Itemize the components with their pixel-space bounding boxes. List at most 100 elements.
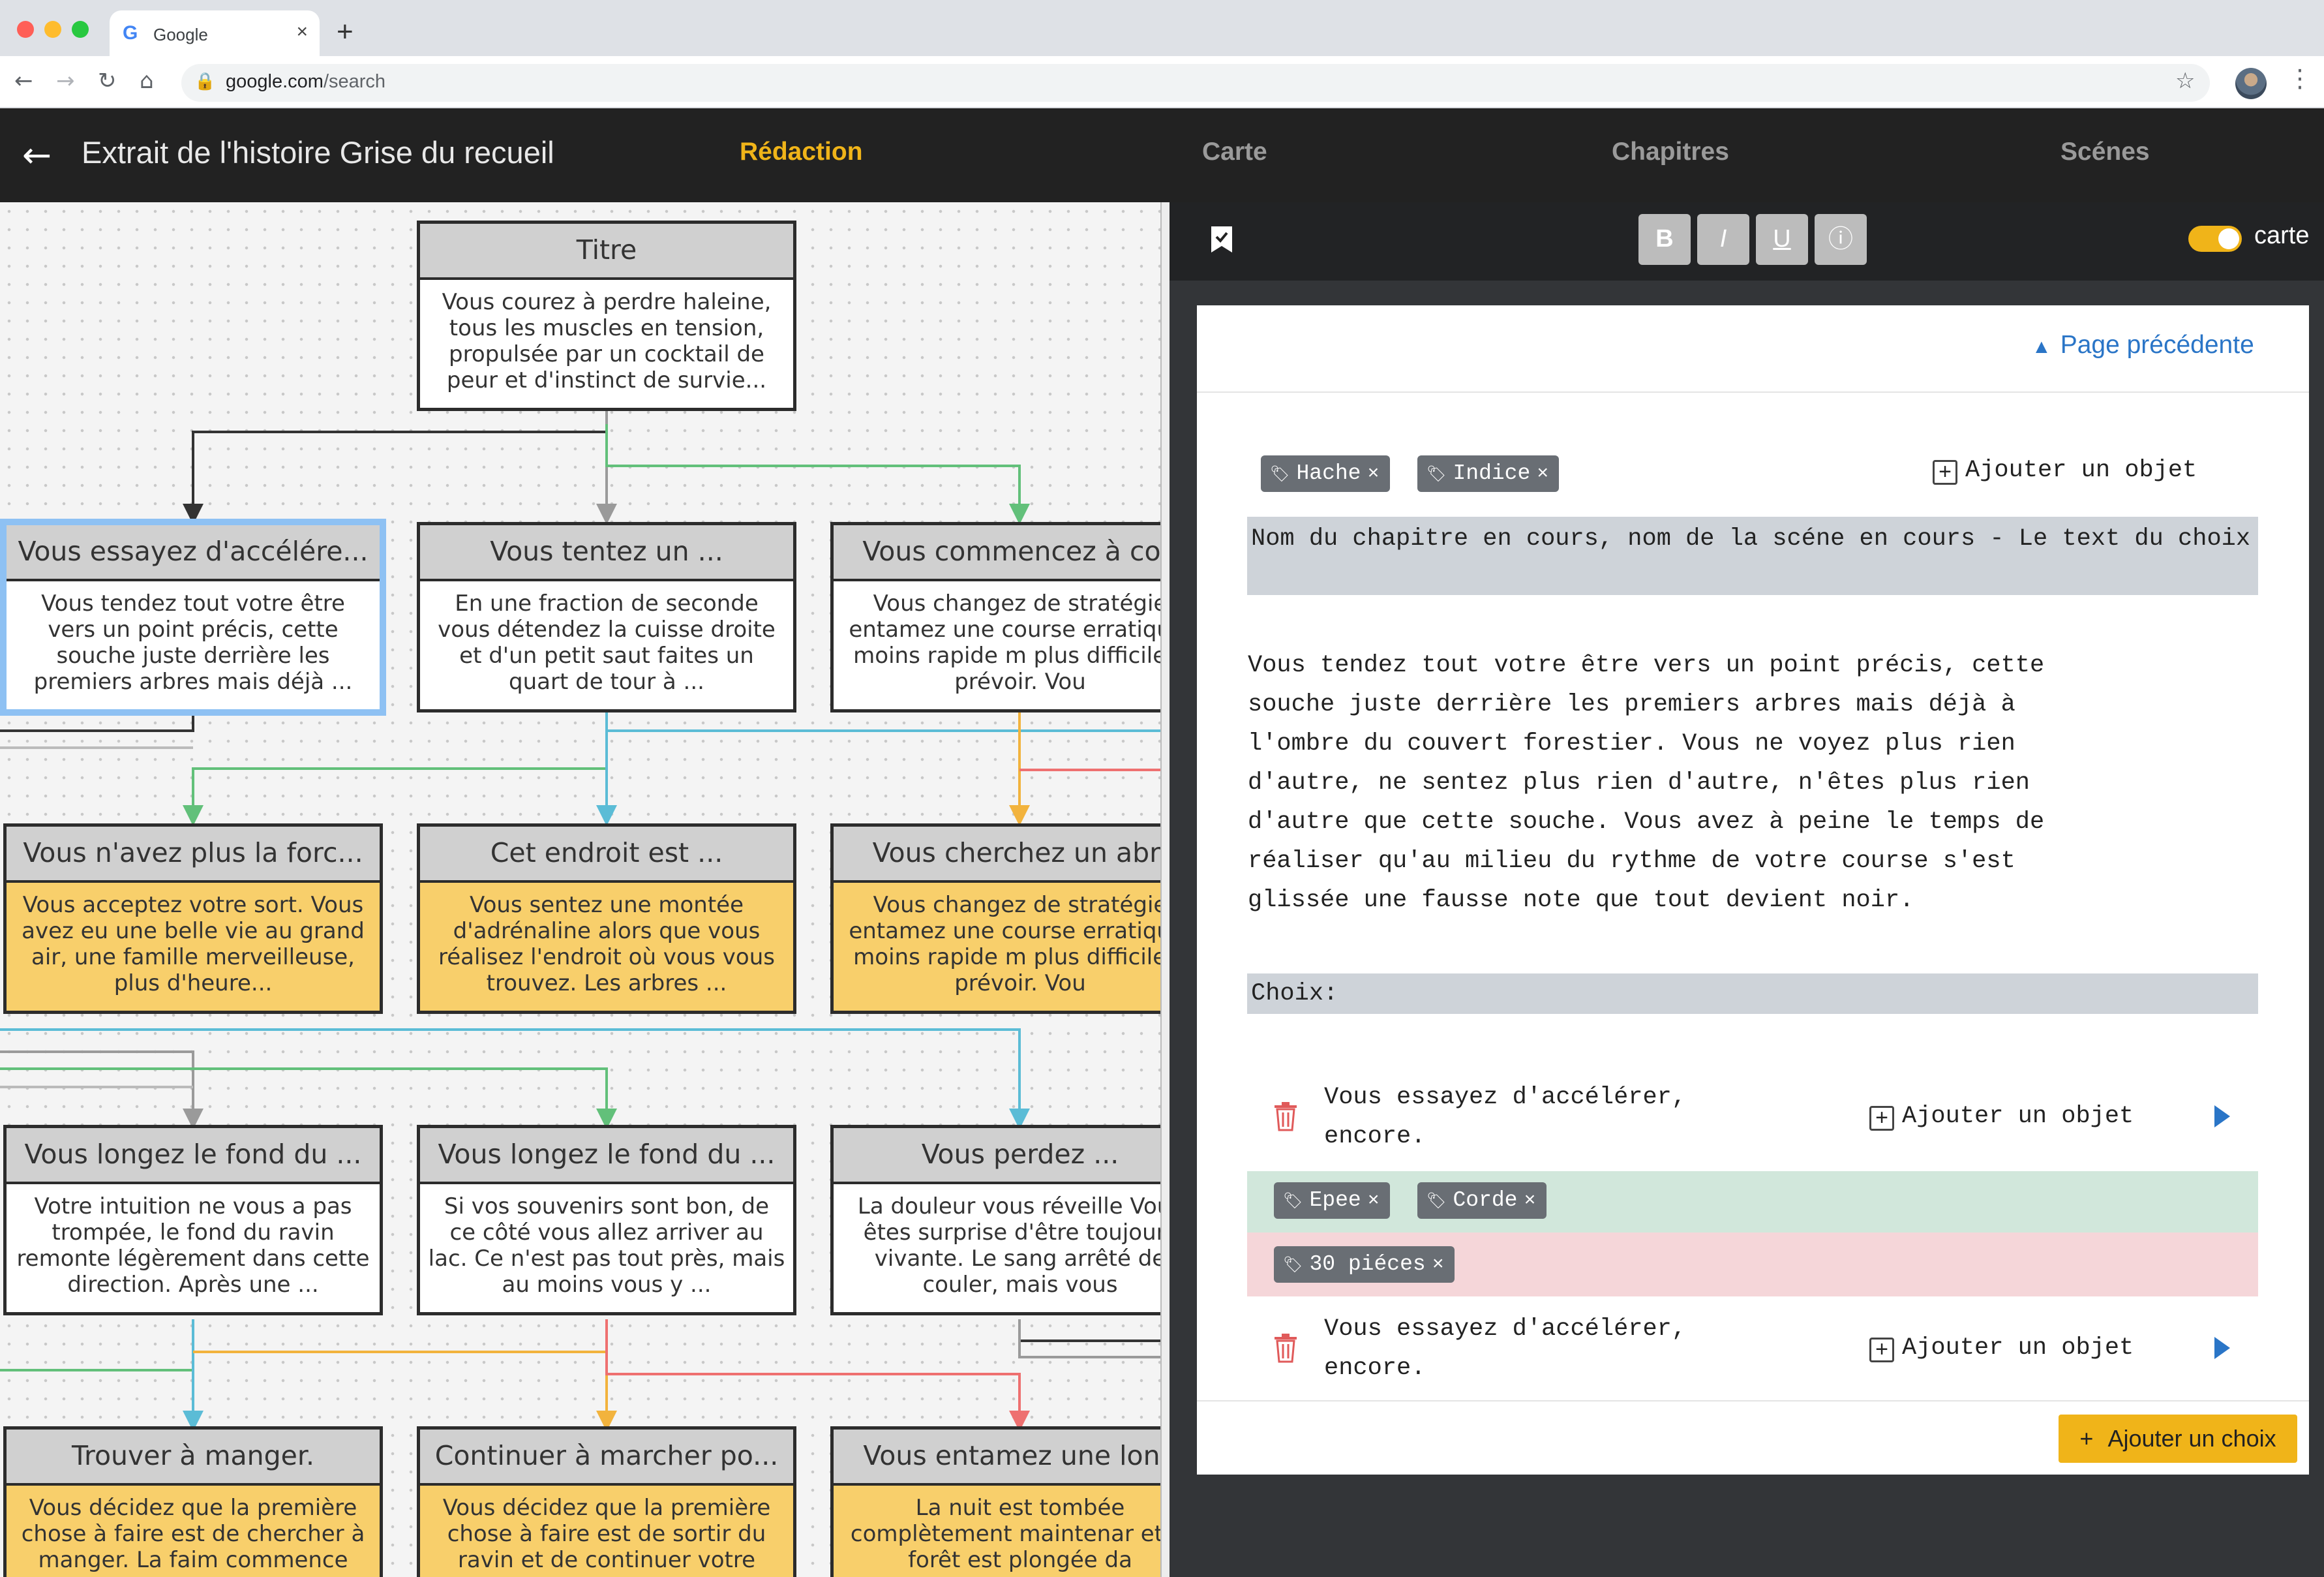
tag-icon: 🏷 [1426, 467, 1447, 484]
tab-chapitres[interactable]: Chapitres [1612, 138, 1729, 166]
node-text: En une fraction de seconde vous détendez… [438, 590, 776, 695]
browser-home-icon[interactable]: ⌂ [140, 68, 154, 94]
node-title: Titre [420, 224, 793, 280]
toggle-knob [2218, 228, 2239, 249]
add-object-label: Ajouter un objet [1902, 1334, 2134, 1362]
node-text: Vous acceptez votre sort. Vous avez eu u… [7, 883, 380, 1011]
add-choice-button[interactable]: + Ajouter un choix [2059, 1415, 2297, 1463]
bold-button[interactable]: B [1638, 214, 1691, 265]
graph-node[interactable]: Vous longez le fond du ... Votre intuiti… [3, 1125, 383, 1315]
tag-remove-icon[interactable]: × [1368, 1190, 1380, 1212]
node-title: Vous n'avez plus la forc... [7, 827, 380, 883]
graph-node[interactable]: Vous cherchez un abri Vous changez de st… [830, 823, 1210, 1014]
graph-node[interactable]: Vous longez le fond du ... Si vos souven… [417, 1125, 796, 1315]
plus-square-icon: + [1869, 1338, 1894, 1362]
tag-label: Epee [1309, 1188, 1361, 1212]
info-button[interactable]: ⓘ [1815, 214, 1867, 265]
add-object-button[interactable]: + Ajouter un objet [1869, 1103, 2134, 1131]
trash-icon[interactable] [1273, 1101, 1298, 1131]
add-object-label: Ajouter un objet [1965, 457, 2197, 484]
google-favicon-icon: G [123, 22, 138, 44]
profile-avatar[interactable] [2235, 68, 2267, 99]
tab-redaction[interactable]: Rédaction [740, 138, 863, 166]
edge [0, 1028, 1030, 1129]
edge [1018, 1319, 1169, 1358]
tab-scenes[interactable]: Scénes [2060, 138, 2150, 166]
node-text: Vous tendez tout votre être vers un poin… [33, 590, 353, 695]
graph-node[interactable]: Cet endroit est ... Vous sentez une mont… [417, 823, 796, 1014]
node-text: La douleur vous réveille Vous êtes surpr… [857, 1193, 1183, 1298]
scene-body-text[interactable]: Vous tendez tout votre être vers un poin… [1248, 646, 2265, 920]
tab-close-icon[interactable]: × [296, 21, 308, 43]
graph-node[interactable]: Continuer à marcher po... Vous décidez q… [417, 1426, 796, 1577]
graph-node[interactable]: Vous n'avez plus la forc... Vous accepte… [3, 823, 383, 1014]
choices-label: Choix: [1251, 980, 1338, 1007]
scene-heading-text: Nom du chapitre en cours, nom de la scén… [1251, 525, 2251, 553]
lock-icon: 🔒 [194, 72, 216, 91]
italic-button[interactable]: I [1697, 214, 1749, 265]
graph-node[interactable]: Vous perdez ... La douleur vous réveille… [830, 1125, 1210, 1315]
gained-objects-row [1247, 1171, 2258, 1233]
node-title: Vous cherchez un abri [834, 827, 1207, 883]
tag-icon: 🏷 [1283, 1193, 1303, 1211]
node-text: Vous changez de stratégie entamez une co… [834, 883, 1207, 1011]
back-arrow-icon[interactable]: ← [22, 134, 52, 176]
node-text: Vous décidez que la première chose à fai… [420, 1486, 793, 1577]
tag-label: Hache [1296, 461, 1361, 485]
underline-button[interactable]: U [1756, 214, 1808, 265]
play-arrow-icon[interactable] [2214, 1105, 2230, 1127]
graph-node[interactable]: Vous commencez à cou Vous changez de str… [830, 522, 1210, 712]
carte-toggle[interactable] [2188, 226, 2242, 252]
edge [0, 1067, 617, 1129]
browser-menu-icon[interactable]: ⋮ [2287, 64, 2312, 93]
trash-icon[interactable] [1273, 1333, 1298, 1363]
play-arrow-icon[interactable] [2214, 1337, 2230, 1359]
graph-node[interactable]: Vous entamez une long La nuit est tombée… [830, 1426, 1210, 1577]
tag-remove-icon[interactable]: × [1368, 463, 1380, 485]
window-minimize-button[interactable] [44, 21, 61, 38]
node-text: Vous sentez une montée d'adrénaline alor… [420, 883, 793, 1011]
window-close-button[interactable] [17, 21, 34, 38]
tag-icon: 🏷 [1283, 1257, 1303, 1275]
bookmark-star-icon[interactable]: ☆ [2175, 68, 2195, 94]
add-object-button[interactable]: + Ajouter un objet [1869, 1334, 2134, 1362]
previous-page-link[interactable]: ▲ Page précédente [2032, 331, 2254, 360]
node-text: Vous décidez que la première chose à fai… [7, 1486, 380, 1577]
graph-node[interactable]: Titre Vous courez à perdre haleine, tous… [417, 221, 796, 411]
node-title: Vous commencez à cou [834, 525, 1207, 581]
bookmark-icon[interactable] [1210, 225, 1233, 254]
edge [1018, 1319, 1169, 1342]
scene-heading[interactable]: Nom du chapitre en cours, nom de la scén… [1247, 517, 2258, 595]
graph-node[interactable]: Trouver à manger. Vous décidez que la pr… [3, 1426, 383, 1577]
edge [605, 1319, 1030, 1432]
panel-resize-handle[interactable] [1160, 202, 1170, 1577]
browser-tab[interactable]: G Google × [110, 10, 320, 56]
object-tag[interactable]: 🏷 Corde × [1417, 1182, 1547, 1219]
edge [0, 1050, 204, 1129]
object-tag[interactable]: 🏷 Epee × [1274, 1182, 1390, 1219]
choice-text[interactable]: Vous essayez d'accélérer, encore. [1324, 1309, 1686, 1388]
tag-remove-icon[interactable]: × [1537, 463, 1548, 485]
node-text: Vous courez à perdre haleine, tous les m… [442, 289, 772, 393]
edge [0, 712, 194, 732]
graph-node[interactable]: Vous tentez un ... En une fraction de se… [417, 522, 796, 712]
node-text: Si vos souvenirs sont bon, de ce côté vo… [428, 1193, 785, 1298]
new-tab-button[interactable]: + [337, 16, 354, 48]
tag-remove-icon[interactable]: × [1432, 1254, 1444, 1276]
object-tag[interactable]: 🏷 30 piéces × [1274, 1246, 1455, 1283]
edge [0, 1319, 194, 1371]
browser-forward-icon[interactable]: → [56, 68, 75, 94]
object-tag[interactable]: 🏷 Indice × [1417, 455, 1560, 492]
browser-reload-icon[interactable]: ↻ [98, 68, 117, 94]
choice-text[interactable]: Vous essayez d'accélérer, encore. [1324, 1078, 1686, 1156]
add-object-button[interactable]: + Ajouter un objet [1933, 457, 2197, 485]
tab-carte[interactable]: Carte [1202, 138, 1267, 166]
tag-icon: 🏷 [1270, 467, 1290, 484]
node-text: La nuit est tombée complètement maintena… [834, 1486, 1207, 1577]
graph-node-selected[interactable]: Vous essayez d'accélére... Vous tendez t… [3, 522, 383, 712]
tag-remove-icon[interactable]: × [1524, 1190, 1536, 1212]
address-bar[interactable]: 🔒 google.com/search [181, 64, 2210, 102]
window-maximize-button[interactable] [72, 21, 89, 38]
browser-back-icon[interactable]: ← [14, 68, 33, 94]
object-tag[interactable]: 🏷 Hache × [1261, 455, 1390, 492]
